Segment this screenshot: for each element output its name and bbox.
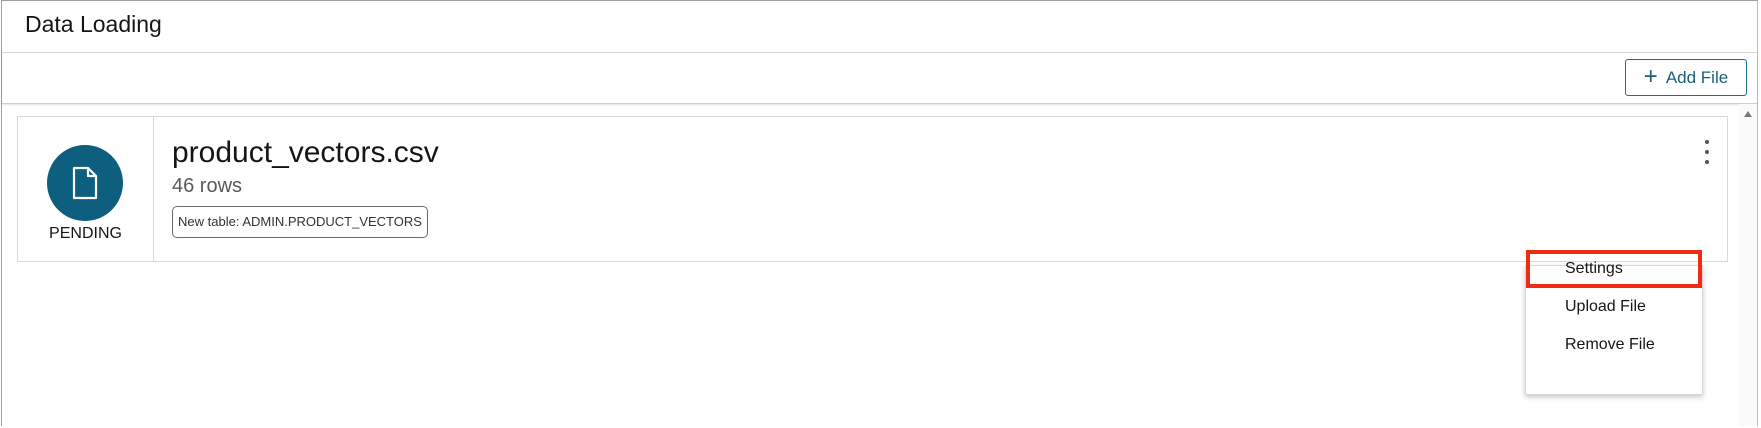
scroll-up-arrow-icon[interactable]: [1744, 111, 1752, 117]
menu-item-settings[interactable]: Settings: [1526, 250, 1702, 288]
file-icon: [47, 145, 123, 221]
menu-item-label: Settings: [1565, 260, 1623, 277]
row-count: 46 rows: [172, 175, 243, 197]
toolbar: + Add File: [2, 53, 1757, 104]
page-title: Data Loading: [25, 11, 162, 37]
panel-header: Data Loading: [2, 1, 1757, 53]
menu-item-label: Upload File: [1565, 298, 1646, 315]
add-file-label: Add File: [1665, 67, 1729, 87]
file-context-menu: Settings Upload File Remove File: [1525, 250, 1703, 395]
file-status-column: PENDING: [18, 117, 154, 261]
data-loading-panel: Data Loading + Add File PENDING product_…: [1, 0, 1758, 426]
add-file-button[interactable]: + Add File: [1625, 59, 1747, 96]
file-name: product_vectors.csv: [172, 136, 439, 169]
menu-item-upload-file[interactable]: Upload File: [1526, 288, 1702, 326]
vertical-scrollbar[interactable]: [1739, 104, 1757, 426]
kebab-dot: [1705, 140, 1709, 144]
plus-icon: +: [1643, 62, 1658, 90]
menu-item-remove-file[interactable]: Remove File: [1526, 326, 1702, 364]
status-label: PENDING: [49, 225, 122, 242]
kebab-dot: [1705, 160, 1709, 164]
kebab-dot: [1705, 150, 1709, 154]
file-list: PENDING product_vectors.csv 46 rows New …: [2, 104, 1757, 426]
file-card: PENDING product_vectors.csv 46 rows New …: [17, 116, 1728, 262]
menu-item-label: Remove File: [1565, 336, 1655, 353]
target-table-chip[interactable]: New table: ADMIN.PRODUCT_VECTORS: [172, 206, 428, 238]
kebab-menu-icon[interactable]: [1700, 140, 1714, 164]
